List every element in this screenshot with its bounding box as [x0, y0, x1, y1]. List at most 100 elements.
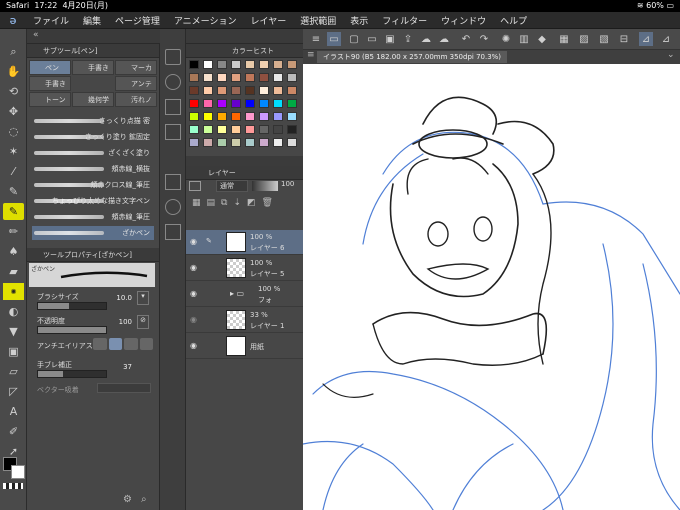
color-swatch[interactable] — [245, 138, 255, 147]
lasso-tool-icon[interactable]: ◌ — [3, 123, 24, 140]
cloud-sync-icon[interactable]: ☁ — [437, 32, 451, 46]
color-swatch[interactable] — [203, 99, 213, 108]
subtool-tab-ante[interactable]: アンテ — [115, 76, 157, 91]
antialias-weak[interactable] — [108, 338, 122, 350]
color-swatch[interactable] — [273, 60, 283, 69]
visibility-eye-icon[interactable]: ◉ — [190, 289, 197, 298]
pencil-tool-icon[interactable]: ✏ — [3, 223, 24, 240]
eyedropper-icon[interactable]: ⁄ — [3, 163, 24, 180]
layer-row[interactable]: ◉ 33 % レイヤー 1 — [186, 308, 303, 333]
color-swatch[interactable] — [217, 60, 227, 69]
layer-opacity-value[interactable]: 100 — [281, 180, 294, 188]
visibility-eye-icon[interactable]: ◉ — [190, 263, 197, 272]
color-swatch[interactable] — [189, 73, 199, 82]
cloud-icon[interactable]: ☁ — [419, 32, 433, 46]
export-icon[interactable]: ⇪ — [401, 32, 415, 46]
color-swatch[interactable] — [203, 138, 213, 147]
color-swatch[interactable] — [231, 73, 241, 82]
navigator-icon[interactable] — [165, 49, 181, 65]
layer-opacity-slider[interactable] — [252, 181, 278, 191]
color-swatch[interactable] — [259, 73, 269, 82]
snap-icon[interactable]: ⊟ — [617, 32, 631, 46]
new-raster-layer-icon[interactable]: ▦ — [192, 198, 207, 208]
subtool-tab-dirt[interactable]: 汚れノ — [115, 92, 157, 107]
balloon-tool-icon[interactable]: ✐ — [3, 423, 24, 440]
color-swatch[interactable] — [287, 125, 297, 134]
color-swatch[interactable] — [189, 112, 199, 121]
color-swatch[interactable] — [189, 138, 199, 147]
color-swatch[interactable] — [189, 86, 199, 95]
color-swatch[interactable] — [189, 125, 199, 134]
brush-item[interactable]: 頬赤線_横抜 — [32, 162, 154, 176]
pen-tool-icon[interactable]: ✎ — [3, 183, 24, 200]
brush-item[interactable]: 頬赤線_筆圧 — [32, 210, 154, 224]
eraser-tool-icon[interactable]: ▰ — [3, 263, 24, 280]
layer-row[interactable]: ◉ 用紙 — [186, 334, 303, 359]
brush-item[interactable]: ざくざく塗り — [32, 146, 154, 160]
color-swatch[interactable] — [189, 60, 199, 69]
color-swatch[interactable] — [231, 99, 241, 108]
mask-icon[interactable]: ◩ — [247, 198, 262, 208]
antialias-selector[interactable] — [93, 338, 153, 350]
sub-color-swatch[interactable] — [11, 465, 25, 479]
color-swatch[interactable] — [273, 99, 283, 108]
selection-icon[interactable]: ▦ — [557, 32, 571, 46]
menu-icon[interactable]: ≡ — [309, 32, 323, 46]
antialias-none[interactable] — [93, 338, 107, 350]
antialias-mid[interactable] — [124, 338, 138, 350]
decoration-tool-icon[interactable]: ✺ — [3, 283, 24, 300]
layer-row[interactable]: ◉ ✎ 100 % レイヤー 6 — [186, 230, 303, 255]
color-swatch[interactable] — [287, 73, 297, 82]
settings-icon[interactable]: ⚙ — [123, 494, 132, 505]
color-swatch[interactable] — [217, 125, 227, 134]
visibility-eye-icon[interactable]: ◉ — [190, 315, 197, 324]
color-swatch[interactable] — [217, 73, 227, 82]
subtool-tab-handwriting-2[interactable]: 手書き — [29, 76, 71, 91]
menu-filter[interactable]: フィルター — [375, 14, 434, 27]
gradient-tool-icon[interactable]: ▣ — [3, 343, 24, 360]
color-swatch[interactable] — [287, 138, 297, 147]
color-swatch[interactable] — [245, 60, 255, 69]
material-icon[interactable] — [165, 124, 181, 140]
color-swatch[interactable] — [245, 112, 255, 121]
color-swatch[interactable] — [259, 60, 269, 69]
merge-layer-icon[interactable]: ⇣ — [233, 198, 247, 208]
canvas-tab[interactable]: イラスト90 (B5 182.00 x 257.00mm 350dpi 70.3… — [317, 51, 508, 63]
loading-icon[interactable]: ✺ — [499, 32, 513, 46]
menu-animation[interactable]: アニメーション — [167, 14, 244, 27]
menu-window[interactable]: ウィンドウ — [434, 14, 493, 27]
stabilize-slider[interactable] — [37, 370, 107, 378]
color-swatch[interactable] — [203, 73, 213, 82]
color-swatch[interactable] — [273, 86, 283, 95]
subtool-tab-pen[interactable]: ペン — [29, 60, 71, 75]
antialias-strong[interactable] — [139, 338, 153, 350]
color-swatch[interactable] — [203, 125, 213, 134]
opacity-options-icon[interactable]: ⊘ — [137, 315, 149, 329]
redo-icon[interactable]: ↷ — [477, 32, 491, 46]
subtool-tab-tone[interactable]: トーン — [29, 92, 71, 107]
open-icon[interactable]: ▭ — [365, 32, 379, 46]
color-swatch[interactable] — [245, 125, 255, 134]
history-icon[interactable] — [165, 199, 181, 215]
hand-tool-icon[interactable]: ✋ — [3, 63, 24, 80]
animation-icon[interactable] — [165, 174, 181, 190]
color-swatch[interactable] — [217, 99, 227, 108]
layer-row[interactable]: ◉ 100 % レイヤー 5 — [186, 256, 303, 281]
color-wheel-icon[interactable] — [165, 74, 181, 90]
menu-help[interactable]: ヘルプ — [493, 14, 534, 27]
invert-selection-icon[interactable]: ▧ — [597, 32, 611, 46]
magic-wand-icon[interactable]: ✶ — [3, 143, 24, 160]
visibility-eye-icon[interactable]: ◉ — [190, 237, 197, 246]
brush-item[interactable]: さっくり塗り 鉱固定 — [32, 130, 154, 144]
brush-item[interactable]: 頬赤クロス線_筆圧 — [32, 178, 154, 192]
brush-item[interactable]: さっくり点描 密 — [32, 114, 154, 128]
color-swatch[interactable] — [203, 86, 213, 95]
color-swatch[interactable] — [287, 60, 297, 69]
auto-action-icon[interactable] — [165, 224, 181, 240]
layer-mode-toggle[interactable] — [189, 181, 201, 191]
color-swatch[interactable] — [217, 112, 227, 121]
brush-tool-icon[interactable]: ♠ — [3, 243, 24, 260]
color-swatch[interactable] — [287, 99, 297, 108]
zoom-tool-icon[interactable]: ⌕ — [3, 43, 24, 60]
color-swatch[interactable] — [259, 112, 269, 121]
